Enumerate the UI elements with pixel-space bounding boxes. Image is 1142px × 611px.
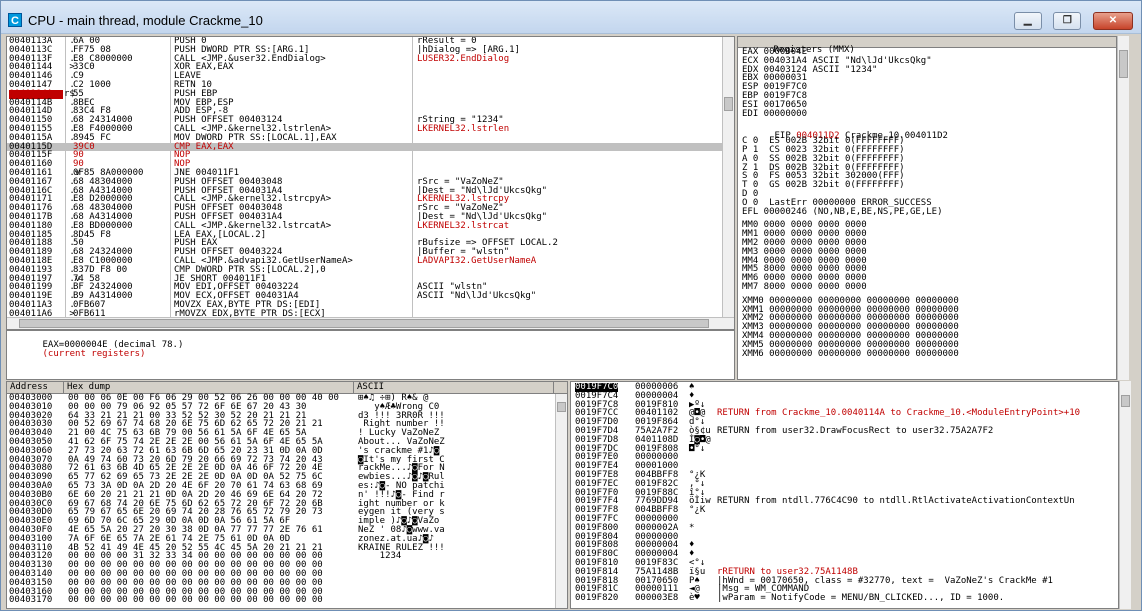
disasm-hex: 90	[73, 150, 84, 161]
stack-chars: °¿K	[689, 505, 706, 516]
registers-scrollbar[interactable]	[1117, 36, 1129, 380]
eip-row: EIP 004011D2 Crackme_10.004011D2	[738, 123, 1116, 141]
disassembly-scrollbar[interactable]	[722, 37, 734, 317]
stack-chars: ◘°↓	[689, 443, 706, 454]
disasm-instruction[interactable]: CMP EAX,EAX	[174, 142, 404, 152]
disasm-comment: ASCII "Nd\lJd'UkcsQkg"	[417, 291, 537, 302]
disasm-row[interactable]: 00401144 >33C0 XOR EAX,EAX	[7, 63, 734, 72]
register-row[interactable]: EDI 00000000	[738, 109, 1116, 119]
stack-chars: è♥	[689, 593, 700, 604]
disasm-row[interactable]: 00401155 . E8 F4000000 CALL <JMP.&kernel32…	[7, 125, 734, 134]
dump-scrollbar[interactable]	[555, 394, 567, 608]
disasm-row[interactable]: 0040115D 39C0 CMP EAX,EAX	[7, 141, 734, 152]
disasm-comment: LKERNEL32.lstrcat	[417, 220, 510, 231]
dump-rows: 00403000 00 00 06 0E 00 F6 06 29 00 52 06…	[7, 394, 555, 605]
general-registers: EAX 0000004E ECX 004031A4 ASCII "Nd\lJd'U…	[738, 48, 1116, 118]
title-bar[interactable]: C CPU - main thread, module Crackme_10 ▁…	[1, 1, 1141, 34]
window-title: CPU - main thread, module Crackme_10	[28, 13, 263, 28]
disasm-row[interactable]: 00401185 . 8D45 F8 LEA EAX,[LOCAL.2]	[7, 229, 734, 240]
disasm-row[interactable]: 0040113A . 6A 00 PUSH 0 rResult = 0	[7, 37, 734, 46]
disasm-instruction[interactable]: NOP	[174, 151, 404, 160]
info-tag: (current registers)	[42, 348, 146, 359]
window-controls: ▁ ❐ ✕	[1012, 12, 1133, 30]
disasm-row[interactable]: 00401180 . E8 BD000000 CALL <JMP.&kernel32…	[7, 220, 734, 231]
stack-pane[interactable]: 0019F7C0 00000006 ♠ 0019F7C4 00000004 ♦ 0019F7…	[570, 381, 1119, 609]
stack-rows: 0019F7C0 00000006 ♠ 0019F7C4 00000004 ♦ 0019F7…	[571, 383, 1111, 603]
disasm-hex: 39C0	[73, 141, 95, 152]
disasm-hex: 33C0	[73, 62, 95, 73]
stack-comment: RETURN from user32.DrawFocusRect to user…	[717, 425, 994, 436]
dump-row[interactable]: 00403170 00 00 00 00 00 00 00 00 00 00 00…	[7, 596, 555, 605]
disasm-row[interactable]: 0040114B . 8BEC MOV EBP,ESP	[7, 98, 734, 108]
flag-row[interactable]: T 0 GS 002B 32bit 0(FFFFFFFF)	[738, 181, 1116, 190]
close-button[interactable]: ✕	[1093, 12, 1133, 30]
maximize-button[interactable]: ❐	[1053, 12, 1082, 30]
disasm-row[interactable]: 0040115A . 8945 FC MOV DWORD PTR SS:[LOCAL…	[7, 133, 734, 143]
disassembly-hscrollbar[interactable]	[7, 317, 734, 329]
mmx-registers: MM0 0000 0000 0000 0000 MM1 0000 0000 000…	[738, 221, 1116, 291]
stack-row[interactable]: 0019F820 000003E8 è♥ |wParam = NotifyCode =…	[571, 594, 1111, 603]
stack-address[interactable]: 0019F820	[575, 594, 618, 603]
stack-value: 000003E8	[635, 593, 679, 604]
stack-comment: RETURN from ntdll.776C4C90 to ntdll.RtlA…	[717, 496, 1075, 507]
disasm-hex: 8D45 F8	[73, 229, 111, 240]
efl-row[interactable]: EFL 00000246 (NO,NB,E,BE,NS,PE,GE,LE)	[738, 207, 1116, 217]
disassembly-rows: 0040113A . 6A 00 PUSH 0 rResult = 0 0040113C…	[7, 37, 734, 327]
disasm-row[interactable]: 00401193 . 837D F8 00 CMP DWORD PTR SS:[LO…	[7, 265, 734, 275]
dump-hex: 00 00 00 00 00 00 00 00 00 00 00 00 00 0…	[68, 595, 323, 606]
minimize-button[interactable]: ▁	[1013, 12, 1042, 30]
disasm-row[interactable]: 0040119E . B9 A4314000 MOV ECX,OFFSET 0040…	[7, 292, 734, 301]
disasm-comment: LKERNEL32.lstrlen	[417, 123, 510, 134]
dump-col-hex[interactable]: Hex dump	[64, 382, 354, 393]
info-pane: EAX=0000004E (decimal 78.) (current regi…	[6, 330, 735, 380]
app-icon: C	[8, 13, 22, 27]
disassembly-pane[interactable]: 0040113A . 6A 00 PUSH 0 rResult = 0 0040113C…	[6, 36, 735, 330]
dump-ascii: 1234	[358, 551, 402, 562]
disasm-instruction[interactable]: XOR EAX,EAX	[174, 63, 404, 72]
dump-col-address[interactable]: Address	[7, 382, 64, 393]
dump-col-ascii[interactable]: ASCII	[354, 382, 554, 393]
disasm-row[interactable]: 00401146 . C9 LEAVE	[7, 72, 734, 81]
disasm-hex: C2 1000	[73, 79, 111, 90]
disasm-row[interactable]: 004011A3 . 0FB607 MOVZX EAX,BYTE PTR DS:[E…	[7, 301, 734, 310]
disasm-row[interactable]: 0040115F 90 NOP	[7, 151, 734, 160]
dump-address[interactable]: 00403170	[9, 596, 52, 605]
flags-registers: C 0 ES 002B 32bit 0(FFFFFFFF) P 1 CS 0023…	[738, 137, 1116, 207]
xmm-registers: XMM0 00000000 00000000 00000000 00000000…	[738, 296, 1116, 359]
disasm-row[interactable]: 0040114A r$ 55 PUSH EBP	[7, 89, 734, 99]
stack-comment: |wParam = NotifyCode = MENU/BN_CLICKED..…	[717, 593, 1005, 604]
registers-pane[interactable]: Registers (MMX) EAX 0000004E ECX 004031A4…	[737, 36, 1117, 380]
disasm-row[interactable]: 00401147 . C2 1000 RETN 10	[7, 81, 734, 90]
xmm-register-row[interactable]: XMM6 00000000 00000000 00000000 00000000	[738, 349, 1116, 359]
disasm-comment: LUSER32.EndDialog	[417, 53, 510, 64]
stack-scrollbar[interactable]	[1119, 381, 1131, 609]
dump-pane[interactable]: Address Hex dump ASCII 00403000 00 00 06 …	[6, 381, 568, 609]
disasm-comment: LADVAPI32.GetUserNameA	[417, 255, 537, 266]
stack-chars: *	[689, 522, 695, 533]
mmx-register-row[interactable]: MM7 8000 0000 0000 0000	[738, 283, 1116, 292]
cpu-window: C CPU - main thread, module Crackme_10 ▁…	[0, 0, 1142, 611]
stack-comment: RETURN from Crackme_10.0040114A to Crack…	[717, 408, 1081, 419]
disasm-row[interactable]: 0040113F . E8 C8000000 CALL <JMP.&user32.E…	[7, 53, 734, 64]
